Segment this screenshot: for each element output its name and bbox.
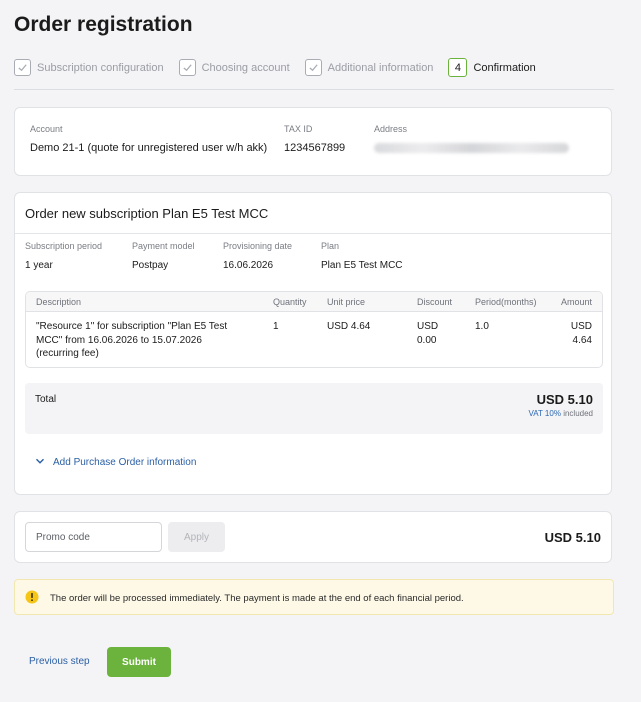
header-description: Description [36, 297, 82, 307]
promo-card: Apply USD 5.10 [14, 511, 612, 563]
row-period: 1.0 [475, 321, 489, 332]
meta-value: Plan E5 Test MCC [321, 260, 403, 271]
step-number: 4 [448, 58, 468, 77]
order-title: Order new subscription Plan E5 Test MCC [25, 206, 269, 221]
add-purchase-order-label: Add Purchase Order information [53, 457, 197, 468]
check-icon [178, 59, 196, 76]
description-line: MCC" from 16.06.2026 to 15.07.2026 [36, 334, 202, 346]
step-additional-information[interactable]: Additional information [304, 59, 434, 76]
meta-label: Subscription period [25, 241, 103, 251]
step-choosing-account[interactable]: Choosing account [178, 59, 290, 76]
row-discount: USD 0.00 [417, 320, 438, 347]
total-label: Total [35, 394, 57, 405]
amount-line: 4.64 [572, 334, 592, 346]
meta-value: 16.06.2026 [223, 260, 274, 271]
info-notice: The order will be processed immediately.… [14, 579, 614, 615]
header-amount: Amount [560, 297, 592, 307]
vat-info: VAT 10% included [528, 409, 593, 418]
apply-button[interactable]: Apply [168, 522, 225, 552]
discount-line: 0.00 [417, 334, 437, 346]
check-icon [14, 59, 31, 76]
step-label: Confirmation [473, 61, 536, 74]
order-card: Order new subscription Plan E5 Test MCC … [14, 192, 612, 495]
meta-value: 1 year [25, 260, 53, 271]
address-label: Address [374, 124, 408, 134]
tax-id-label: TAX ID [284, 124, 313, 134]
step-subscription-configuration[interactable]: Subscription configuration [14, 59, 164, 76]
meta-label: Plan [321, 241, 340, 251]
step-label: Subscription configuration [37, 61, 164, 74]
promo-total-amount: USD 5.10 [544, 530, 601, 545]
header-discount: Discount [417, 297, 453, 307]
step-label: Additional information [327, 61, 434, 74]
table-header: Description Quantity Unit price Discount… [26, 292, 602, 312]
total-amount: USD 5.10 [536, 392, 593, 407]
address-field: Address [374, 124, 569, 158]
row-description: "Resource 1" for subscription "Plan E5 T… [36, 320, 227, 361]
check-icon [304, 59, 322, 76]
page-title: Order registration [14, 13, 193, 36]
header-quantity: Quantity [273, 297, 307, 307]
address-value-redacted [374, 143, 569, 153]
header-unit-price: Unit price [327, 297, 366, 307]
row-amount: USD 4.64 [571, 320, 592, 347]
step-label: Choosing account [201, 61, 290, 74]
tax-id-field: TAX ID 1234567899 [284, 124, 345, 154]
discount-line: USD [417, 321, 439, 332]
account-field: Account Demo 21-1 (quote for unregistere… [30, 124, 267, 154]
vat-suffix: included [563, 409, 593, 418]
subscription-period-field: Subscription period 1 year [25, 241, 102, 271]
provisioning-date-field: Provisioning date 16.06.2026 [223, 241, 292, 271]
account-value: Demo 21-1 (quote for unregistered user w… [30, 142, 268, 154]
account-label: Account [30, 124, 63, 134]
plan-field: Plan Plan E5 Test MCC [321, 241, 403, 271]
previous-step-link[interactable]: Previous step [29, 656, 90, 667]
warning-icon [25, 590, 39, 604]
meta-label: Provisioning date [223, 241, 293, 251]
row-unit-price: USD 4.64 [327, 321, 371, 332]
description-line: (recurring fee) [36, 348, 99, 359]
meta-label: Payment model [132, 241, 195, 251]
row-quantity: 1 [273, 321, 279, 332]
submit-button[interactable]: Submit [107, 647, 171, 677]
total-box: Total USD 5.10 VAT 10% included [25, 383, 603, 434]
notice-text: The order will be processed immediately.… [50, 593, 464, 604]
order-items-table: Description Quantity Unit price Discount… [25, 291, 603, 368]
amount-line: USD [570, 321, 592, 332]
chevron-down-icon [35, 456, 53, 469]
account-card: Account Demo 21-1 (quote for unregistere… [14, 107, 612, 176]
stepper: Subscription configuration Choosing acco… [14, 58, 551, 77]
add-purchase-order-link[interactable]: Add Purchase Order information [35, 456, 196, 469]
divider [14, 89, 614, 90]
meta-value: Postpay [132, 260, 169, 271]
divider [15, 233, 611, 234]
tax-id-value: 1234567899 [284, 142, 346, 154]
payment-model-field: Payment model Postpay [132, 241, 195, 271]
step-confirmation: 4 Confirmation [448, 58, 536, 77]
description-line: "Resource 1" for subscription "Plan E5 T… [36, 321, 228, 332]
vat-link[interactable]: VAT 10% [528, 409, 560, 418]
promo-code-input[interactable] [25, 522, 162, 552]
header-period: Period(months) [475, 297, 537, 307]
